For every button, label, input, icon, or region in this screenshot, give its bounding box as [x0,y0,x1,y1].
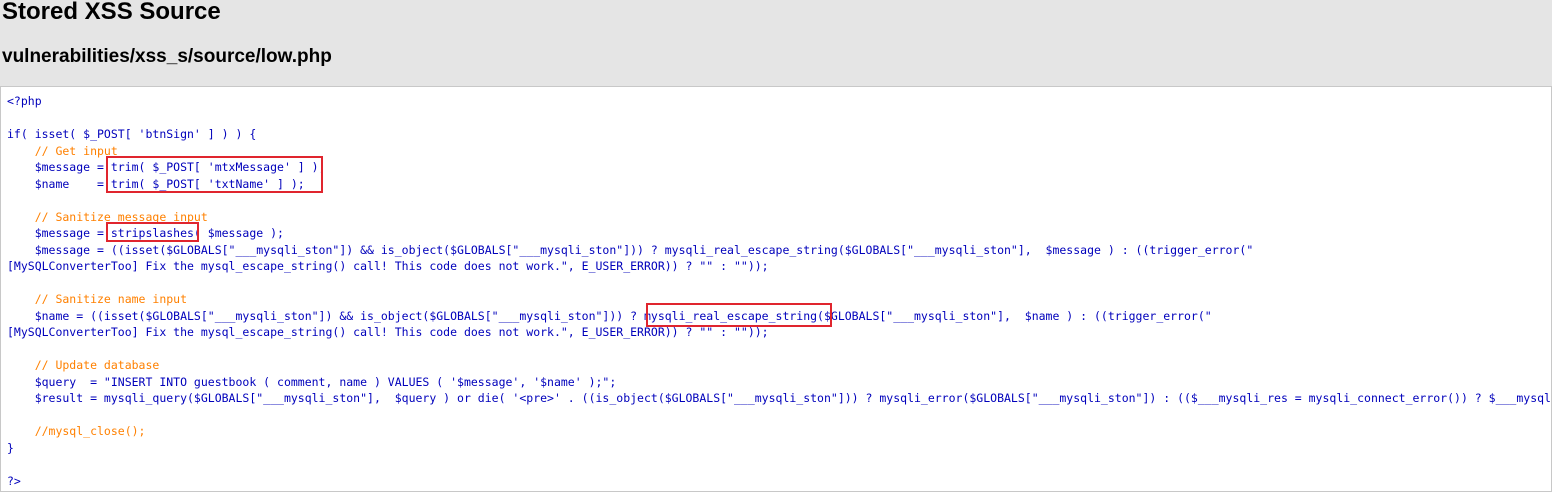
source-code: <?php if( isset( $_POST[ 'btnSign' ] ) )… [7,93,1551,489]
code-line: $name = ((isset($GLOBALS["___mysqli_ston… [7,308,1212,323]
code-line: // Sanitize name input [7,292,188,306]
code-line: $message = ((isset($GLOBALS["___mysqli_s… [7,242,1254,257]
code-line: [MySQLConverterToo] Fix the mysql_escape… [7,325,769,339]
code-line: $message = stripslashes( $message ); [7,226,284,240]
code-line: ?> [7,473,21,488]
code-line: // Sanitize message input [7,209,208,224]
code-line: } [7,440,14,455]
code-line: $result = mysqli_query($GLOBALS["___mysq… [34,391,1551,405]
page-title: Stored XSS Source [2,0,221,25]
source-code-panel[interactable]: <?php if( isset( $_POST[ 'btnSign' ] ) )… [0,86,1552,492]
code-line: [MySQLConverterToo] Fix the mysql_escape… [7,259,769,273]
source-file-path: vulnerabilities/xss_s/source/low.php [2,46,332,67]
code-line: $query = "INSERT INTO guestbook ( commen… [7,374,617,389]
code-line: // Update database [7,358,160,372]
code-line: <?php [7,94,42,108]
code-line: $message = trim( $_POST[ 'mtxMessage' ] … [7,160,326,174]
code-line: $name = trim( $_POST[ 'txtName' ] ); [7,176,305,191]
code-line: //mysql_close(); [7,424,146,438]
code-line: // Get input [7,143,118,158]
code-line: if( isset( $_POST[ 'btnSign' ] ) ) { [7,127,257,141]
